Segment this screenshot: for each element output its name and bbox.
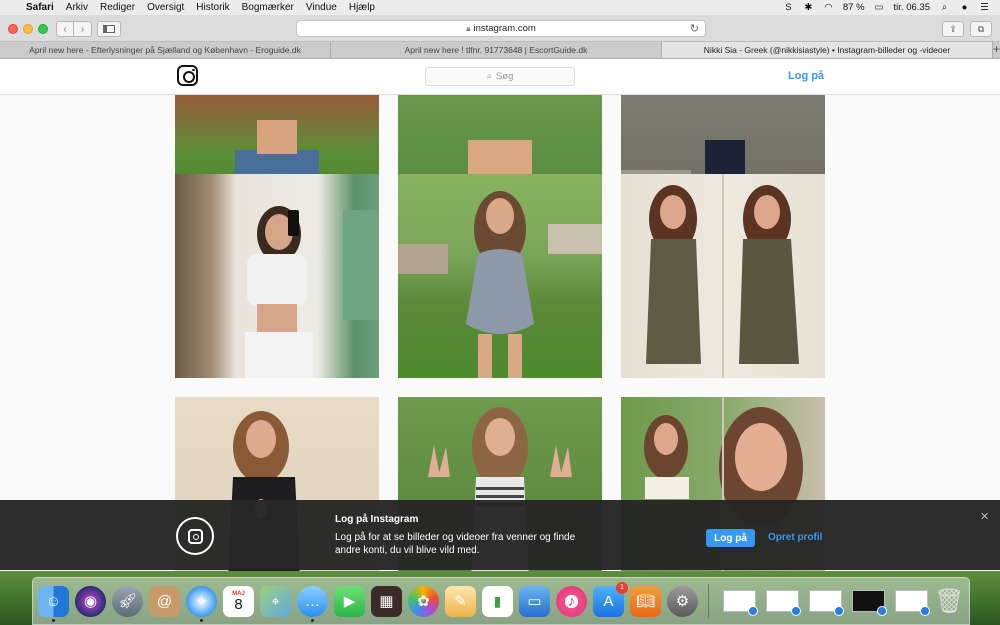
post-thumbnail[interactable] xyxy=(175,174,379,378)
banner-message: Log på for at se billeder og videoer fra… xyxy=(335,532,576,556)
photo-booth-icon[interactable]: ▦ xyxy=(371,585,402,617)
new-tab-button[interactable]: + xyxy=(993,42,1000,58)
instagram-logo-icon[interactable] xyxy=(177,65,198,86)
lock-icon: 🔒︎ xyxy=(466,23,471,33)
instagram-banner-icon xyxy=(176,517,214,555)
minimized-window-thumbnail[interactable] xyxy=(852,590,887,616)
post-photo xyxy=(646,174,799,378)
tab-instagram[interactable]: Nikki Sia - Greek (@nikkisiastyle) • Ins… xyxy=(662,42,993,58)
photos-icon[interactable]: ✿ xyxy=(408,585,439,617)
forward-button[interactable]: › xyxy=(74,21,92,37)
skype-status-icon[interactable]: S xyxy=(783,2,794,13)
facetime-icon[interactable]: ▶ xyxy=(334,585,365,617)
minimized-window-thumbnail[interactable] xyxy=(809,590,844,616)
post-photo xyxy=(398,191,602,378)
menu-app-safari[interactable]: Safari xyxy=(26,2,54,13)
minimize-window-button[interactable] xyxy=(23,24,33,34)
post-thumbnail[interactable] xyxy=(621,174,825,378)
instagram-header: ⌕ Søg Log på xyxy=(0,59,1000,95)
bluetooth-icon[interactable]: ✱ xyxy=(803,2,814,13)
contacts-icon[interactable]: @ xyxy=(149,585,180,617)
dock: ☺ ◉ 🚀︎ @ ✧ MAJ 8 ⌖ … ▶ ▦ ✿ ✎ ▮ ▭ ♪ A1 📖︎… xyxy=(32,577,970,625)
banner-login-button[interactable]: Log på xyxy=(706,529,755,547)
post-thumbnail[interactable] xyxy=(398,174,602,378)
ibooks-icon[interactable]: 📖︎ xyxy=(630,585,661,617)
back-button[interactable]: ‹ xyxy=(56,21,74,37)
sidebar-icon xyxy=(103,25,115,33)
tab-escortguide[interactable]: April new here ! tlfnr. 91773648 | Escor… xyxy=(331,42,662,58)
tab-eroguide[interactable]: April new here - Efterlysninger på Sjæll… xyxy=(0,42,331,58)
tab-overview-button[interactable]: ⧉ xyxy=(970,21,992,37)
notification-center-icon[interactable]: ☰ xyxy=(979,2,990,13)
menu-bogmaerker[interactable]: Bogmærker xyxy=(242,2,294,13)
clock[interactable]: tir. 06.35 xyxy=(894,2,930,13)
safari-toolbar: ‹ › 🔒︎ instagram.com ↻ ⇪ ⧉ xyxy=(0,15,1000,42)
battery-icon[interactable]: ▭ xyxy=(874,2,885,13)
minimized-window-thumbnail[interactable] xyxy=(766,590,801,616)
keynote-icon[interactable]: ▭ xyxy=(519,585,550,617)
address-bar[interactable]: 🔒︎ instagram.com ↻ xyxy=(296,20,706,37)
numbers-icon[interactable]: ▮ xyxy=(482,585,513,617)
messages-icon[interactable]: … xyxy=(297,585,328,622)
launchpad-icon[interactable]: 🚀︎ xyxy=(112,585,143,617)
app-store-icon[interactable]: A1 xyxy=(593,581,628,617)
minimized-window-thumbnail[interactable] xyxy=(723,590,758,616)
menu-oversigt[interactable]: Oversigt xyxy=(147,2,184,13)
menu-bar: Safari Arkiv Rediger Oversigt Historik B… xyxy=(0,0,1000,15)
siri-dock-icon[interactable]: ◉ xyxy=(75,585,106,617)
search-icon: ⌕ xyxy=(486,71,492,82)
menu-hjaelp[interactable]: Hjælp xyxy=(349,2,375,13)
safari-dock-icon[interactable]: ✧ xyxy=(186,585,217,622)
spotlight-icon[interactable]: ⌕ xyxy=(939,2,950,13)
siri-icon[interactable]: ● xyxy=(959,2,970,13)
menu-rediger[interactable]: Rediger xyxy=(100,2,135,13)
system-preferences-icon[interactable]: ⚙ xyxy=(667,585,698,617)
menu-historik[interactable]: Historik xyxy=(196,2,229,13)
app-store-badge: 1 xyxy=(616,581,628,594)
close-icon[interactable]: ✕ xyxy=(980,510,989,523)
banner-title: Log på Instagram xyxy=(335,514,419,525)
wifi-icon[interactable]: ◠ xyxy=(823,2,834,13)
tab-bar: April new here - Efterlysninger på Sjæll… xyxy=(0,42,1000,59)
dock-separator xyxy=(708,584,709,618)
window-controls xyxy=(8,24,48,34)
address-bar-url: instagram.com xyxy=(473,23,536,34)
reload-icon[interactable]: ↻ xyxy=(690,22,699,35)
login-link[interactable]: Log på xyxy=(788,70,824,82)
maps-icon[interactable]: ⌖ xyxy=(260,585,291,617)
search-placeholder: Søg xyxy=(495,71,514,82)
menu-vindue[interactable]: Vindue xyxy=(306,2,337,13)
sidebar-toggle-button[interactable] xyxy=(97,21,121,37)
zoom-window-button[interactable] xyxy=(38,24,48,34)
menu-arkiv[interactable]: Arkiv xyxy=(66,2,88,13)
create-profile-link[interactable]: Opret profil xyxy=(768,532,822,543)
close-window-button[interactable] xyxy=(8,24,18,34)
post-photo xyxy=(245,206,379,378)
itunes-icon[interactable]: ♪ xyxy=(556,585,587,617)
finder-icon[interactable]: ☺ xyxy=(38,585,69,622)
pages-icon[interactable]: ✎ xyxy=(445,585,476,617)
calendar-icon[interactable]: MAJ 8 xyxy=(223,585,254,617)
share-button[interactable]: ⇪ xyxy=(942,21,964,37)
instagram-page: ⌕ Søg Log på xyxy=(0,59,1000,571)
minimized-window-thumbnail[interactable] xyxy=(895,590,930,616)
trash-icon[interactable]: 🗑︎ xyxy=(934,586,965,617)
login-banner: Log på Instagram Log på for at se billed… xyxy=(0,500,1000,570)
calendar-day: 8 xyxy=(234,595,243,613)
search-input[interactable]: ⌕ Søg xyxy=(425,67,575,86)
battery-percent[interactable]: 87 % xyxy=(843,2,865,13)
